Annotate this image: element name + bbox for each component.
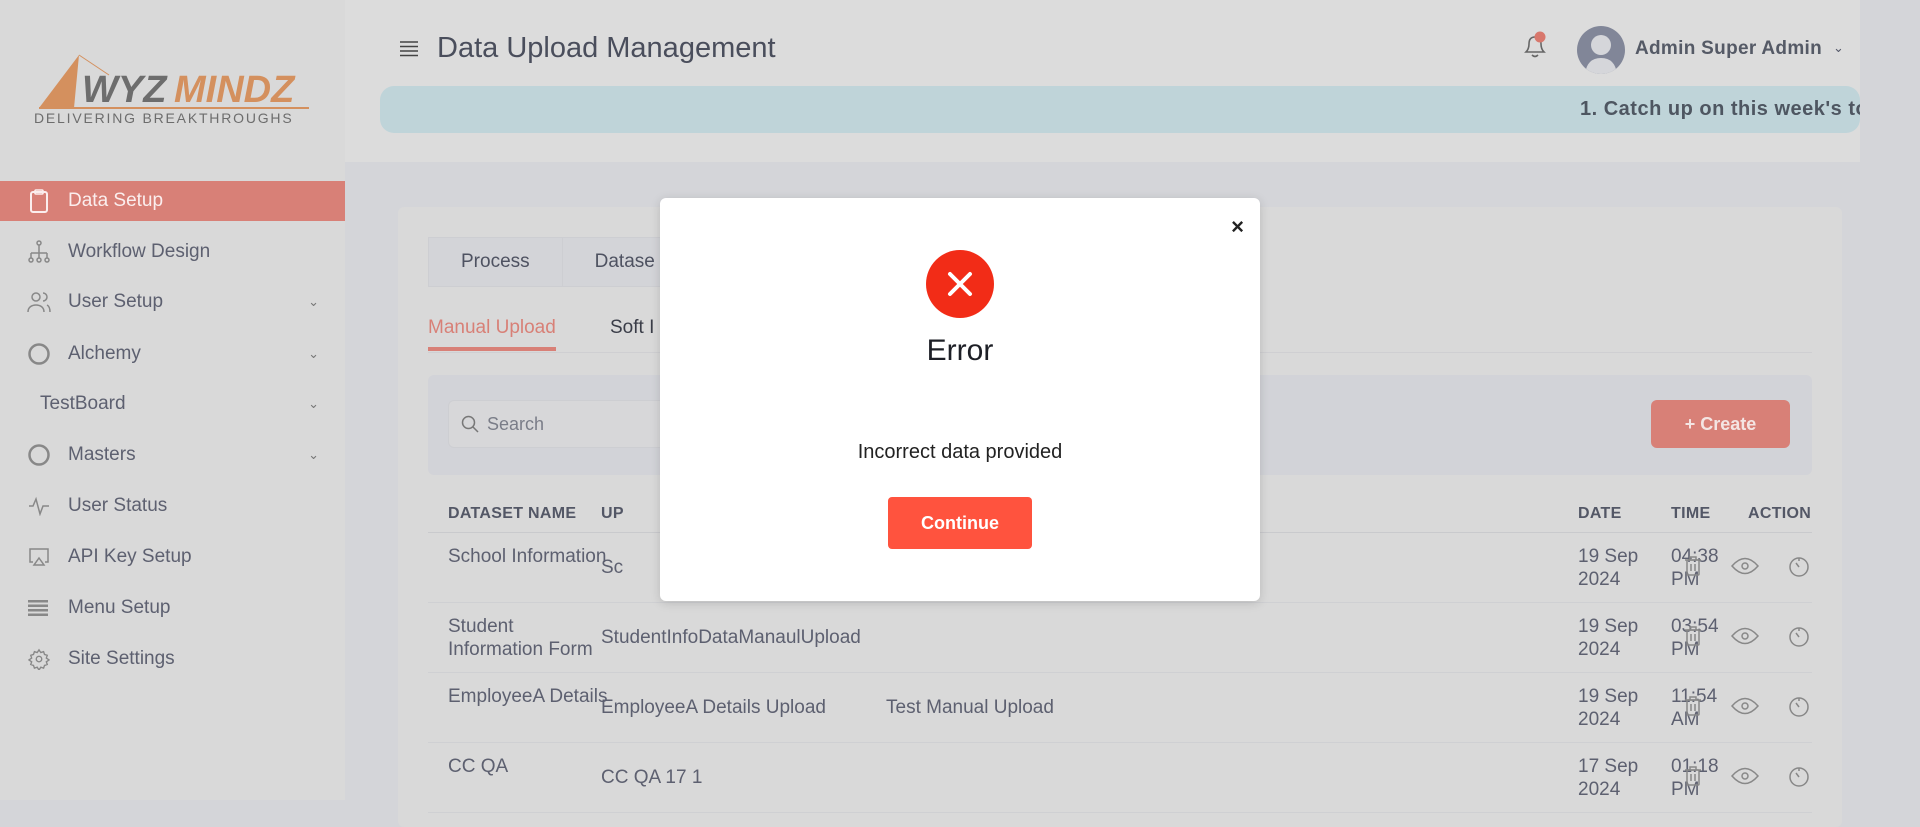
dataset-name: EmployeeA Details: [448, 686, 608, 707]
dataset-name: School Information: [448, 546, 607, 567]
tab-bar: Process Datase: [428, 237, 689, 287]
upload-name: CC QA 17 1: [601, 767, 703, 788]
col-time: TIME: [1671, 505, 1711, 522]
sidebar: WYZ MINDZ DELIVERING BREAKTHROUGHS Data …: [0, 0, 345, 800]
sidebar-item-label: User Setup: [68, 291, 164, 312]
avatar[interactable]: [1577, 26, 1625, 74]
users-icon: [26, 289, 52, 315]
upload-name: EmployeeA Details Upload: [601, 697, 826, 718]
sidebar-item-masters[interactable]: Masters ⌄: [0, 431, 345, 479]
sidebar-item-label: Data Setup: [68, 190, 164, 211]
col-dataset-name: DATASET NAME: [448, 505, 577, 522]
sidebar-item-data-setup[interactable]: Data Setup: [0, 181, 345, 221]
dataset-name: CC QA: [448, 756, 509, 777]
sidebar-item-label: User Status: [68, 495, 168, 516]
trash-icon[interactable]: [1683, 765, 1703, 792]
sidebar-item-label: API Key Setup: [68, 546, 192, 567]
sidebar-item-label: Menu Setup: [68, 597, 171, 618]
sidebar-item-user-status[interactable]: User Status: [0, 482, 345, 530]
menu-toggle-icon[interactable]: [400, 40, 418, 58]
sidebar-item-api-key-setup[interactable]: API Key Setup: [0, 533, 345, 581]
close-icon[interactable]: ×: [1231, 214, 1244, 240]
eye-icon[interactable]: [1731, 697, 1759, 720]
clipboard-icon: [26, 188, 52, 214]
page-title: Data Upload Management: [437, 32, 776, 64]
timer-icon[interactable]: [1787, 765, 1811, 792]
wyzmindz-logo: WYZ MINDZ DELIVERING BREAKTHROUGHS: [34, 54, 309, 125]
table-row: EmployeeA Details EmployeeA Details Uplo…: [428, 673, 1812, 743]
gear-icon: [26, 646, 52, 672]
circle-icon: [26, 442, 52, 468]
sidebar-item-site-settings[interactable]: Site Settings: [0, 635, 345, 683]
banner-text: 1. Catch up on this week's top s: [1580, 98, 1860, 120]
timer-icon[interactable]: [1787, 625, 1811, 652]
upload-name: StudentInfoDataManaulUpload: [601, 627, 861, 648]
table-row: CC QA CC QA 17 1 17 Sep 2024 01:18 PM: [428, 743, 1812, 813]
col-action: ACTION: [1748, 505, 1812, 522]
trash-icon[interactable]: [1683, 555, 1703, 582]
sidebar-item-workflow-design[interactable]: Workflow Design: [0, 228, 345, 276]
circle-icon: [26, 341, 52, 367]
eye-icon[interactable]: [1731, 557, 1759, 580]
table-row: Student Information Form StudentInfoData…: [428, 603, 1812, 673]
dataset-name: Student Information Form: [448, 616, 593, 660]
chevron-down-icon[interactable]: ⌄: [308, 396, 319, 412]
date: 17 Sep 2024: [1578, 756, 1639, 800]
trash-icon[interactable]: [1683, 695, 1703, 722]
user-name[interactable]: Admin Super Admin: [1635, 38, 1822, 60]
sidebar-item-label: Masters: [68, 444, 136, 465]
modal-title: Error: [926, 334, 994, 367]
chevron-down-icon[interactable]: ⌄: [308, 447, 319, 463]
chevron-down-icon[interactable]: ⌄: [308, 294, 319, 310]
svg-text:MINDZ: MINDZ: [174, 69, 296, 111]
svg-text:WYZ: WYZ: [82, 69, 168, 111]
continue-button[interactable]: Continue: [888, 497, 1032, 549]
list-icon: [26, 595, 52, 621]
timer-icon[interactable]: [1787, 695, 1811, 722]
sidebar-item-user-setup[interactable]: User Setup ⌄: [0, 278, 345, 326]
chevron-down-icon[interactable]: ⌄: [1833, 40, 1844, 56]
search-icon: [461, 415, 479, 433]
date: 19 Sep 2024: [1578, 546, 1639, 590]
col-date: DATE: [1578, 505, 1622, 522]
hierarchy-icon: [26, 239, 52, 265]
chevron-down-icon[interactable]: ⌄: [308, 346, 319, 362]
svg-text:DELIVERING BREAKTHROUGHS: DELIVERING BREAKTHROUGHS: [34, 110, 293, 125]
sidebar-item-label: TestBoard: [40, 393, 126, 414]
date: 19 Sep 2024: [1578, 616, 1639, 660]
activity-icon: [26, 493, 52, 519]
upload-name: Sc: [601, 557, 624, 578]
col-upload-name: UP: [601, 505, 624, 522]
sidebar-item-label: Site Settings: [68, 648, 175, 669]
error-icon: [926, 250, 994, 318]
description: Test Manual Upload: [886, 697, 1054, 718]
create-button[interactable]: + Create: [1651, 400, 1790, 448]
tab-process[interactable]: Process: [429, 238, 563, 286]
announcement-banner: 1. Catch up on this week's top s: [380, 86, 1860, 133]
trash-icon[interactable]: [1683, 625, 1703, 652]
eye-icon[interactable]: [1731, 767, 1759, 790]
airplay-icon: [26, 544, 52, 570]
sidebar-item-testboard[interactable]: TestBoard ⌄: [0, 380, 345, 428]
sidebar-item-menu-setup[interactable]: Menu Setup: [0, 584, 345, 632]
eye-icon[interactable]: [1731, 627, 1759, 650]
sidebar-item-label: Alchemy: [68, 343, 141, 364]
subtab-manual-upload[interactable]: Manual Upload: [428, 317, 556, 351]
sidebar-item-alchemy[interactable]: Alchemy ⌄: [0, 330, 345, 378]
error-modal: × Error Incorrect data provided Continue: [660, 198, 1260, 601]
timer-icon[interactable]: [1787, 555, 1811, 582]
sidebar-item-label: Workflow Design: [68, 241, 211, 262]
subtab-soft[interactable]: Soft I: [610, 317, 654, 339]
search-placeholder: Search: [487, 413, 545, 434]
notification-bell-icon[interactable]: [1520, 30, 1550, 62]
modal-message: Incorrect data provided: [857, 441, 1063, 463]
header: Data Upload Management Admin Super Admin…: [345, 0, 1860, 162]
date: 19 Sep 2024: [1578, 686, 1639, 730]
